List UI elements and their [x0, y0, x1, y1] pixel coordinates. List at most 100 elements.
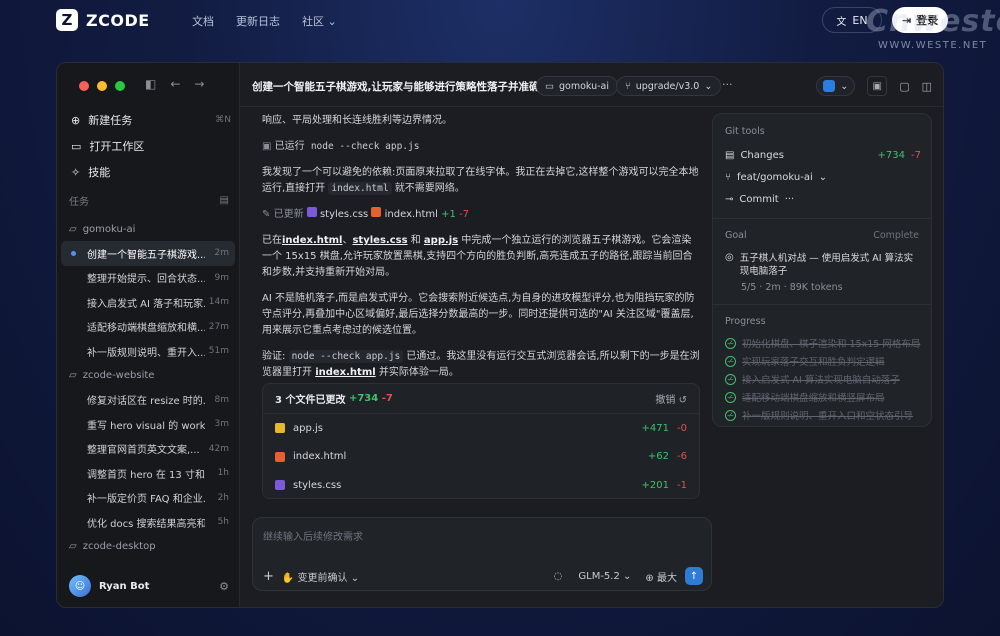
menu-new-task[interactable]: ⊕ 新建任务 ⌘N: [69, 107, 231, 133]
more-options-icon[interactable]: ···: [722, 78, 733, 91]
loading-spinner-icon: ◌: [553, 570, 563, 582]
file-link[interactable]: styles.css: [352, 235, 407, 246]
editor-selector[interactable]: ⌄: [816, 76, 856, 96]
terminal-icon[interactable]: ▢: [899, 80, 909, 93]
chevron-down-icon: ⌄: [327, 15, 337, 28]
css-file-icon: [275, 480, 285, 491]
file-row[interactable]: index.html +62 -6: [263, 443, 699, 472]
file-link[interactable]: index.html: [282, 235, 342, 246]
task-item[interactable]: 整理开始提示、回合状态... 9m: [61, 266, 235, 291]
more-options-icon[interactable]: ···: [785, 194, 795, 205]
close-window-button[interactable]: [79, 81, 89, 91]
branch-icon: ⑂: [725, 172, 731, 183]
brand-name: ZCODE: [86, 10, 150, 30]
js-file-icon: [275, 423, 285, 434]
group-zcode-website[interactable]: ▱ zcode-website: [61, 364, 235, 388]
divider: [713, 304, 931, 305]
terminal-icon: ▣: [262, 141, 272, 152]
task-item[interactable]: 接入启发式 AI 落子和玩家... 14m: [61, 290, 235, 315]
active-dot: [71, 251, 76, 256]
app-window: ◧ ← → ⊕ 新建任务 ⌘N ▭ 打开工作区 ✧ 技能 任务 ▤ ▱gomo: [56, 62, 944, 608]
z-logo-icon: Z: [56, 9, 78, 31]
message-paragraph: 我发现了一个可以避免的依赖:页面原来拉取了在线字体。我正在去掉它,这样整个游戏可…: [262, 167, 699, 195]
task-item[interactable]: 修复对话区在 resize 时的... 8m: [61, 388, 235, 413]
new-task-icon: ⊕: [71, 113, 81, 127]
back-arrow-icon[interactable]: ←: [170, 77, 180, 91]
group-zcode-desktop[interactable]: ▱ zcode-desktop: [61, 535, 235, 559]
translate-icon: 文: [836, 16, 847, 28]
nav-link-changelog[interactable]: 更新日志: [236, 13, 280, 29]
task-item[interactable]: 适配移动端棋盘缩放和横... 27m: [61, 315, 235, 340]
language-switch[interactable]: 文 EN: [822, 7, 882, 33]
menu-skills[interactable]: ✧ 技能: [69, 159, 231, 185]
file-row[interactable]: app.js +471 -0: [263, 414, 699, 443]
folder-icon: ▱: [69, 370, 77, 381]
file-row[interactable]: styles.css +201 -1: [263, 471, 699, 498]
task-item[interactable]: 调整首页 hero 在 13 寸和移...1h: [61, 461, 235, 486]
task-item[interactable]: 补一版规则说明、重开入... 51m: [61, 339, 235, 364]
archive-icon[interactable]: ▤: [220, 195, 229, 206]
sidebar: ◧ ← → ⊕ 新建任务 ⌘N ▭ 打开工作区 ✧ 技能 任务 ▤ ▱gomo: [57, 63, 239, 607]
file-link[interactable]: app.js: [424, 235, 458, 246]
effort-selector[interactable]: ⊕ 最大: [645, 569, 677, 584]
check-circle-icon: ✓: [725, 337, 736, 349]
plus-icon[interactable]: +: [263, 569, 274, 584]
collapse-sidebar-icon[interactable]: ◧: [145, 77, 156, 91]
file-link[interactable]: index.html: [315, 367, 375, 378]
chevron-down-icon: ⌄: [818, 172, 828, 183]
commit-row[interactable]: ⊸ Commit ···: [725, 194, 921, 205]
composer[interactable]: 继续输入后续修改需求 + ✋ 变更前确认 ⌄ ◌ GLM-5.2 ⌄ ⊕ 最大 …: [252, 517, 712, 591]
user-profile[interactable]: ☺ Ryan Bot ⚙: [69, 575, 229, 597]
send-button[interactable]: ↑: [685, 567, 703, 585]
task-item[interactable]: 创建一个智能五子棋游戏... 2m: [61, 241, 235, 266]
pencil-icon: ✎: [262, 209, 271, 220]
goal-status: Complete: [873, 230, 919, 241]
composer-placeholder[interactable]: 继续输入后续修改需求: [263, 528, 363, 543]
task-header: 创建一个智能五子棋游戏,让玩家与能够进行策略性落子并准确判断... ▭ gomo…: [240, 63, 943, 107]
menu-open-workspace[interactable]: ▭ 打开工作区: [69, 133, 231, 159]
folder-icon: ▭: [545, 80, 554, 92]
chevron-down-icon: ⌄: [840, 80, 849, 92]
login-button[interactable]: ⇥ 登录: [892, 7, 948, 33]
task-item[interactable]: 整理官网首页英文文案,... 42m: [61, 437, 235, 462]
repo-chip[interactable]: ▭ gomoku-ai: [536, 76, 619, 96]
task-item[interactable]: 重写 hero visual 的 works...3m: [61, 412, 235, 437]
minimize-window-button[interactable]: [97, 81, 107, 91]
folder-icon: ▱: [69, 541, 77, 552]
editor-app-icon: [823, 80, 836, 92]
task-item[interactable]: 优化 docs 搜索结果高亮和... 5h: [61, 510, 235, 535]
changed-files-header: 3 个文件已更改 +734 -7 撤销 ↺: [263, 384, 699, 414]
brand-logo[interactable]: Z ZCODE: [56, 9, 150, 31]
branch-icon: ⑂: [625, 80, 631, 92]
goal-item: ◎ 五子棋人机对战 — 使用启发式 AI 算法实现电脑落子: [725, 252, 914, 277]
forward-arrow-icon[interactable]: →: [194, 77, 204, 91]
check-circle-icon: ✓: [725, 391, 736, 403]
login-icon: ⇥: [901, 13, 912, 27]
approval-mode-selector[interactable]: ✋ 变更前确认 ⌄: [282, 569, 359, 584]
avatar: ☺: [69, 575, 91, 597]
panel-toggle-icon[interactable]: ▣: [867, 76, 888, 96]
nav-link-docs[interactable]: 文档: [192, 13, 214, 29]
wand-icon: ✧: [71, 165, 81, 179]
undo-button[interactable]: 撤销 ↺: [655, 391, 687, 406]
message-paragraph: 验证: node --check app.js 已通过。我这里没有运行交互式浏览…: [262, 350, 700, 378]
updated-files: ✎ 已更新 styles.css index.html +1 -7: [262, 207, 470, 220]
goal-label: Goal: [725, 230, 747, 241]
check-circle-icon: ✓: [725, 373, 736, 385]
maximize-window-button[interactable]: [115, 81, 125, 91]
split-view-icon[interactable]: ◫: [922, 80, 932, 93]
git-tools-label: Git tools: [725, 126, 765, 137]
message-paragraph: AI 不是随机落子,而是启发式评分。它会搜索附近候选点,为自身的进攻模型评分,也…: [262, 293, 695, 336]
changes-row[interactable]: ▤ Changes +734 -7: [725, 150, 921, 161]
progress-item: ✓ 初始化棋盘、棋子渲染和 15x15 网格布局: [725, 336, 921, 350]
chevron-down-icon: ⌄: [704, 80, 713, 92]
branch-row[interactable]: ⑂ feat/gomoku-ai ⌄: [725, 172, 921, 183]
progress-item: ✓ 接入启发式 AI 算法实现电脑自动落子: [725, 372, 921, 386]
task-item[interactable]: 补一版定价页 FAQ 和企业... 2h: [61, 486, 235, 511]
model-selector[interactable]: GLM-5.2 ⌄: [578, 571, 631, 582]
group-gomoku-ai[interactable]: ▱ gomoku-ai: [61, 217, 235, 241]
nav-link-community[interactable]: 社区 ⌄: [302, 13, 337, 29]
branch-selector[interactable]: ⑂ upgrade/v3.0 ⌄: [616, 76, 722, 96]
gear-icon[interactable]: ⚙: [219, 580, 229, 593]
divider: [713, 218, 931, 219]
